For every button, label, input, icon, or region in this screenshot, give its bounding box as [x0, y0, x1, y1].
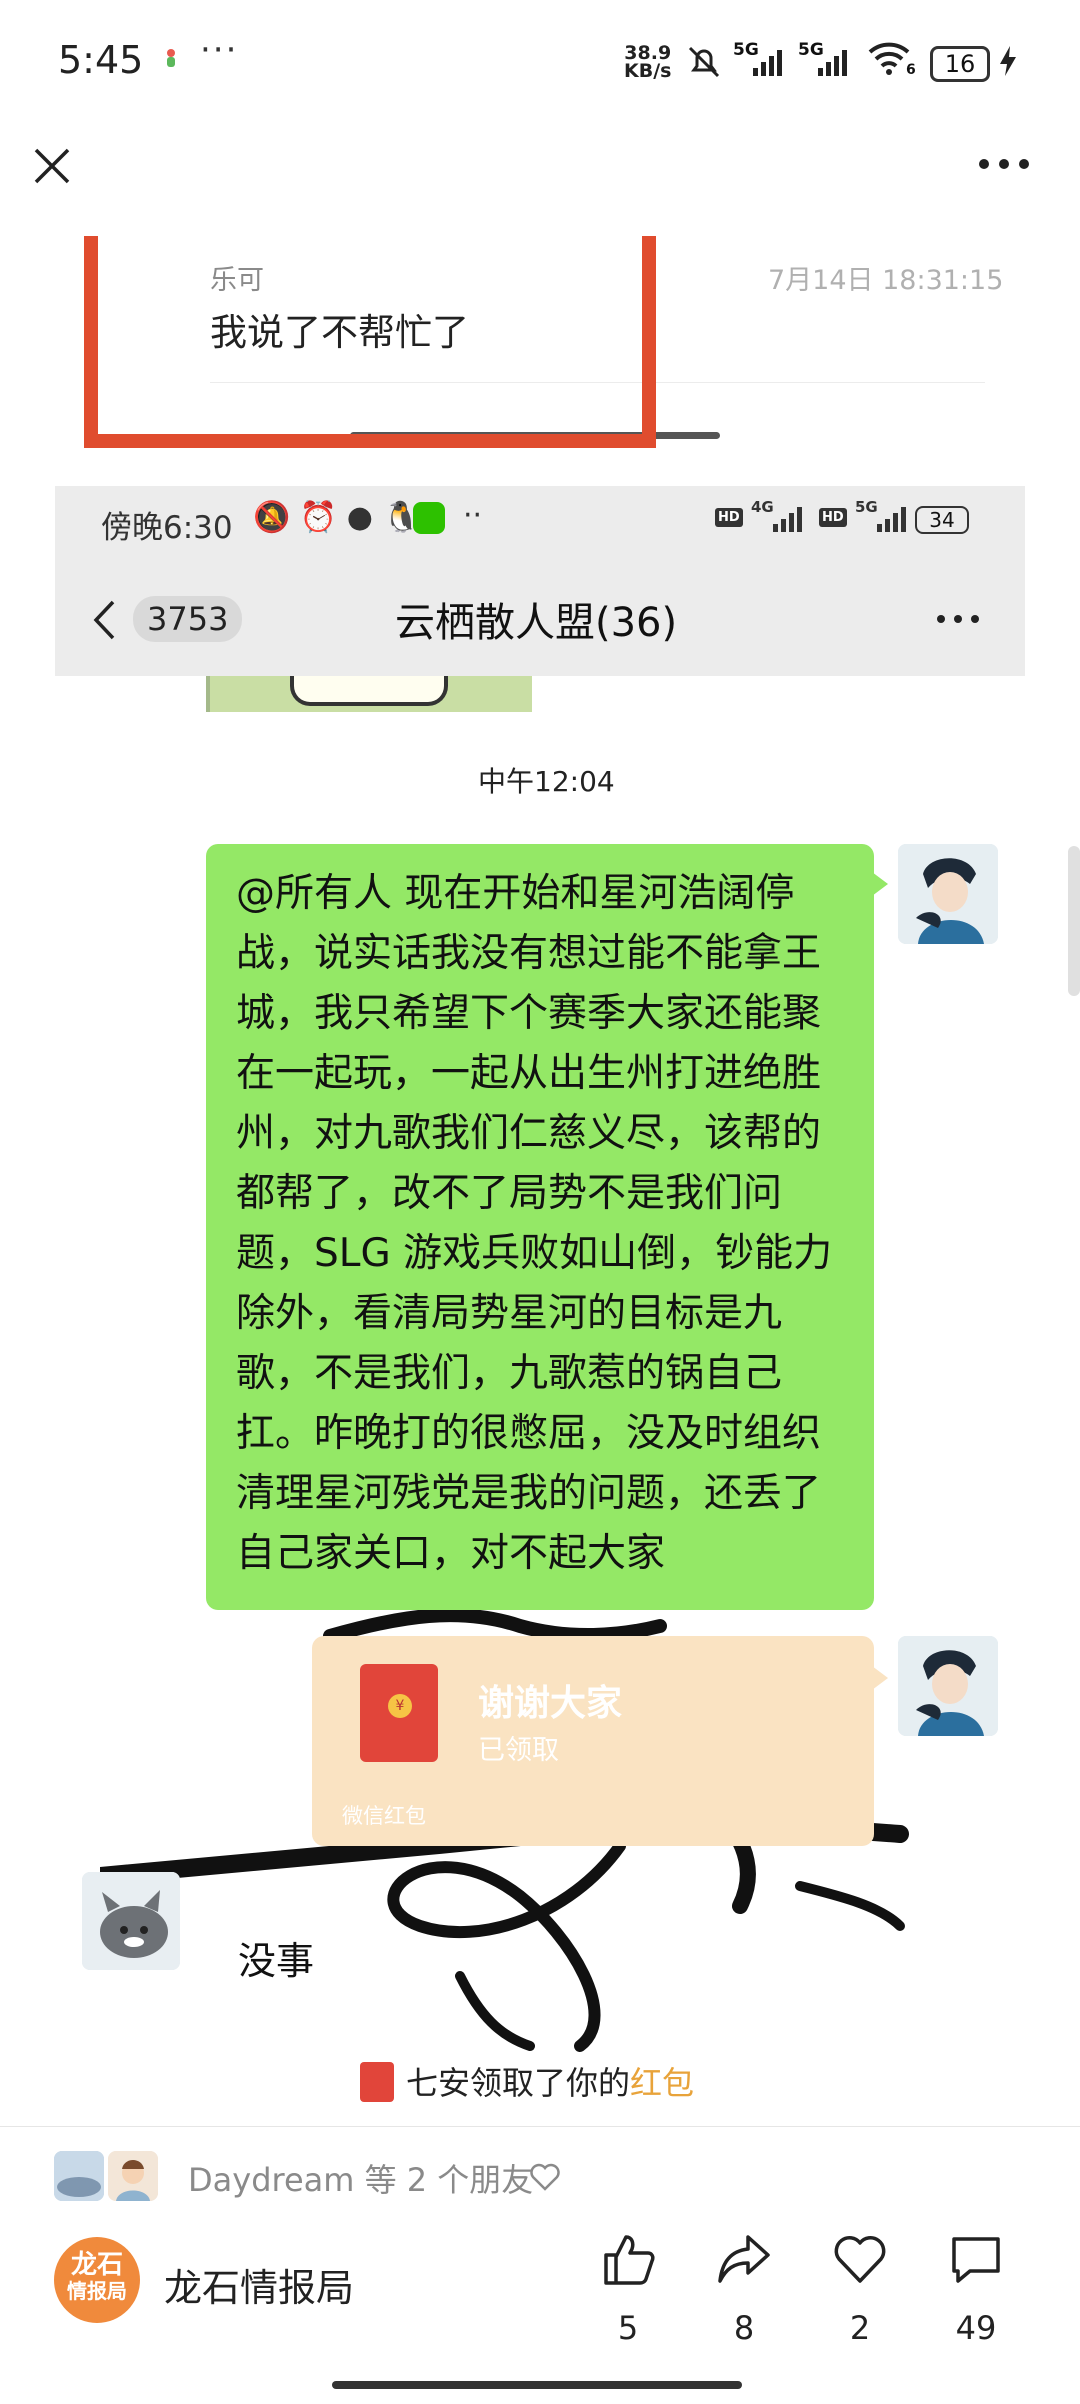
message-line: 城，我只希望下个赛季大家还能聚	[236, 991, 822, 1036]
red-packet-small-icon	[360, 2062, 394, 2102]
comment-icon	[952, 2237, 1000, 2283]
inner-chat-header: 3753 云栖散人盟(36)	[55, 556, 1025, 676]
more-options-button[interactable]	[976, 154, 1036, 194]
share-count: 8	[733, 2309, 755, 2347]
share-icon	[718, 2235, 770, 2283]
post-footer: Daydream 等 2 个朋友 龙石 情报局 龙石情报局 5 8 2 49	[0, 2126, 1080, 2404]
red-packet-title: 谢谢大家	[478, 1683, 623, 1724]
battery-indicator: 16	[930, 46, 990, 82]
more-notifications-icon: ···	[200, 30, 239, 70]
notification-icon	[163, 48, 179, 70]
unread-count-badge: 3753	[133, 596, 243, 642]
comment-count: 49	[955, 2309, 997, 2347]
inner-4g-label: 4G	[751, 498, 774, 516]
chat-title: 云栖散人盟(36)	[395, 600, 678, 646]
message-bubble: @所有人 现在开始和星河浩阔停 战，说实话我没有想过能不能拿王 城，我只希望下个赛季…	[206, 844, 888, 1610]
inner-status-icons: 🔕 ⏰ ● 🐧	[253, 500, 420, 535]
thumbs-up-icon	[604, 2235, 655, 2285]
reply-text: 没事	[238, 1939, 315, 1983]
app-bar	[0, 120, 1080, 237]
system-notice-text: 七安领取了你的	[406, 2064, 631, 2102]
reply-bubble: 没事	[210, 1916, 350, 1992]
like-button[interactable]: 5	[588, 2231, 668, 2381]
sender-avatar-2[interactable]	[898, 1636, 998, 1736]
reply-sender-name: 八点后一起	[210, 1884, 356, 1918]
message-line: 歌，不是我们，九歌惹的锅自己	[236, 1351, 783, 1396]
system-notice: 七安领取了你的红包	[360, 2058, 694, 2104]
inner-more-icon: ··	[463, 498, 483, 533]
account-avatar[interactable]: 龙石 情报局	[54, 2237, 140, 2323]
more-icon	[979, 159, 1029, 169]
signal-5g-2-icon: 5G	[798, 40, 858, 80]
post-image: 乐可 7月14日 18:31:15 我说了不帮忙了 傍晚6:30 🔕 ⏰ ● 🐧…	[0, 236, 1080, 2126]
like-count: 5	[617, 2309, 639, 2347]
inner-battery: 34	[915, 506, 969, 534]
wifi-icon: 6	[866, 40, 916, 80]
mute-icon	[684, 42, 724, 86]
message-line: @所有人 现在开始和星河浩阔停	[236, 871, 795, 916]
close-icon	[34, 148, 70, 184]
red-packet-status: 已领取	[478, 1735, 559, 1766]
inner-hd-badge: HD	[715, 508, 743, 527]
status-time: 5:45	[58, 38, 144, 82]
comment-button[interactable]: 49	[936, 2231, 1016, 2381]
chat-timestamp: 中午12:04	[478, 765, 615, 798]
friend-avatar-2	[108, 2151, 158, 2201]
heart-outline-icon	[530, 2163, 560, 2191]
inner-status-time: 傍晚6:30	[101, 510, 233, 546]
inner-more-options-icon	[937, 615, 979, 623]
red-packet-icon: ¥	[360, 1664, 438, 1762]
inner-5g-label: 5G	[855, 498, 878, 516]
quoted-time: 7月14日 18:31:15	[768, 265, 1004, 296]
inner-signal-2-icon	[877, 507, 906, 532]
sender-avatar[interactable]	[898, 844, 998, 944]
message-line: 扛。昨晚打的很憋屈，没及时组织	[236, 1411, 822, 1456]
favorite-count: 2	[849, 2309, 871, 2347]
status-bar: 5:45 ··· 38.9 KB/s 5G 5G 6 16	[0, 0, 1080, 120]
charging-icon	[998, 44, 1018, 82]
message-line: 战，说实话我没有想过能不能拿王	[236, 931, 822, 976]
liked-by-row[interactable]: Daydream 等 2 个朋友	[54, 2147, 654, 2207]
message-line: 除外，看清局势星河的目标是九	[236, 1291, 783, 1336]
highlight-box	[84, 236, 656, 448]
inner-status-bar: 傍晚6:30 🔕 ⏰ ● 🐧 ·· HD 4G HD 5G 34	[55, 486, 1025, 556]
message-line: 清理星河残党是我的问题，还丢了	[236, 1471, 822, 1516]
friend-avatar-1	[54, 2151, 104, 2201]
replier-avatar[interactable]	[82, 1872, 180, 1970]
wechat-icon	[413, 502, 445, 534]
message-line: 都帮了，改不了局势不是我们问	[236, 1171, 783, 1216]
red-packet-footer: 微信红包	[342, 1804, 426, 1828]
back-icon	[93, 600, 115, 640]
red-packet-link[interactable]: 红包	[630, 2064, 694, 2102]
message-line: 题，SLG 游戏兵败如山倒，钞能力	[236, 1231, 833, 1276]
close-button[interactable]	[30, 144, 80, 194]
network-speed: 38.9 KB/s	[624, 42, 672, 82]
liked-by-text: Daydream 等 2 个朋友	[188, 2161, 534, 2199]
message-line: 自己家关口，对不起大家	[236, 1531, 666, 1576]
message-line: 州，对九歌我们仁慈义尽，该帮的	[236, 1111, 822, 1156]
message-line: 在一起玩，一起从出生州打进绝胜	[236, 1051, 822, 1096]
scrollbar[interactable]	[1068, 846, 1080, 996]
red-packet-message[interactable]: ¥ 谢谢大家 已领取 微信红包	[312, 1636, 888, 1846]
gesture-bar[interactable]	[332, 2381, 742, 2389]
favorite-button[interactable]: 2	[820, 2231, 900, 2381]
inner-hd-badge-2: HD	[819, 508, 847, 527]
account-name[interactable]: 龙石情报局	[164, 2257, 354, 2312]
heart-icon	[834, 2236, 886, 2283]
sticker-image	[206, 676, 532, 712]
share-button[interactable]: 8	[704, 2231, 784, 2381]
inner-signal-icon	[773, 507, 802, 532]
signal-5g-icon: 5G	[733, 40, 793, 80]
